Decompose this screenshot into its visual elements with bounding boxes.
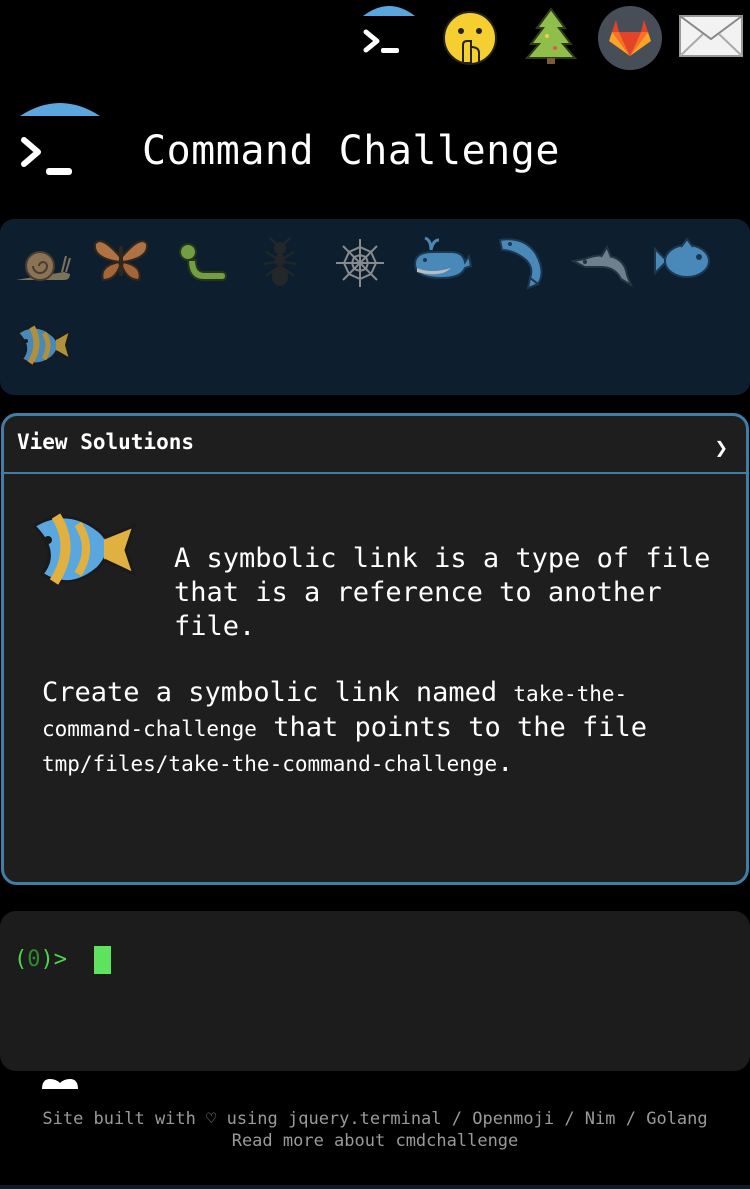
challenge-intro: A symbolic link is a type of file that i… — [174, 543, 711, 642]
tropical-fish-icon — [26, 504, 138, 596]
site-title: Command Challenge — [142, 128, 560, 174]
prompt-close: )> — [40, 947, 68, 972]
chevron-right-icon: ❯ — [714, 436, 728, 461]
footer-read-more-link[interactable]: Read more about cmdchallenge — [0, 1130, 750, 1152]
prompt-open: ( — [14, 947, 28, 972]
caterpillar-icon[interactable] — [170, 233, 234, 297]
completed-challenges-tray — [0, 219, 750, 395]
spider-web-icon[interactable] — [328, 231, 392, 295]
fish-icon[interactable] — [650, 229, 714, 293]
footer: Site built with ♡ using jquery.terminal … — [0, 1108, 750, 1152]
envelope-icon[interactable] — [678, 14, 744, 58]
christmas-tree-icon[interactable] — [523, 4, 579, 66]
task-text-prefix: Create a symbolic link named — [42, 677, 514, 708]
terminal-prompt: (0)> — [14, 947, 67, 972]
view-solutions-label: View Solutions — [17, 430, 195, 454]
task-code-target-path: tmp/files/take-the-command-challenge — [42, 752, 498, 776]
whale-icon[interactable] — [410, 229, 474, 293]
gitlab-fox-icon[interactable] — [597, 5, 663, 71]
spouting-whale-icon[interactable] — [490, 229, 554, 293]
terminal-cursor[interactable] — [94, 946, 111, 974]
dolphin-icon[interactable] — [570, 231, 634, 295]
ant-icon[interactable] — [248, 231, 312, 295]
challenge-task: Create a symbolic link named take-the-co… — [42, 676, 692, 781]
snail-icon[interactable] — [10, 231, 74, 295]
tropical-fish-icon[interactable] — [10, 313, 74, 377]
site-header: Command Challenge — [0, 92, 750, 202]
footer-divider — [0, 1185, 750, 1189]
task-text-suffix: . — [497, 747, 514, 778]
footer-credits[interactable]: Site built with ♡ using jquery.terminal … — [0, 1108, 750, 1130]
challenge-panel: View Solutions ❯ A symbolic link is a ty… — [1, 413, 749, 885]
prompt-count: 0 — [27, 947, 41, 972]
heart-icon — [40, 1074, 80, 1093]
terminal[interactable]: (0)> — [0, 911, 750, 1071]
butterfly-icon[interactable] — [89, 227, 153, 291]
terminal-umbrella-icon[interactable] — [360, 2, 418, 64]
shushing-face-icon[interactable] — [440, 8, 500, 70]
site-logo[interactable] — [16, 96, 102, 186]
view-solutions-toggle[interactable]: View Solutions ❯ — [4, 416, 746, 474]
task-text-middle: that points to the file — [256, 712, 648, 743]
top-icon-bar — [0, 0, 750, 80]
